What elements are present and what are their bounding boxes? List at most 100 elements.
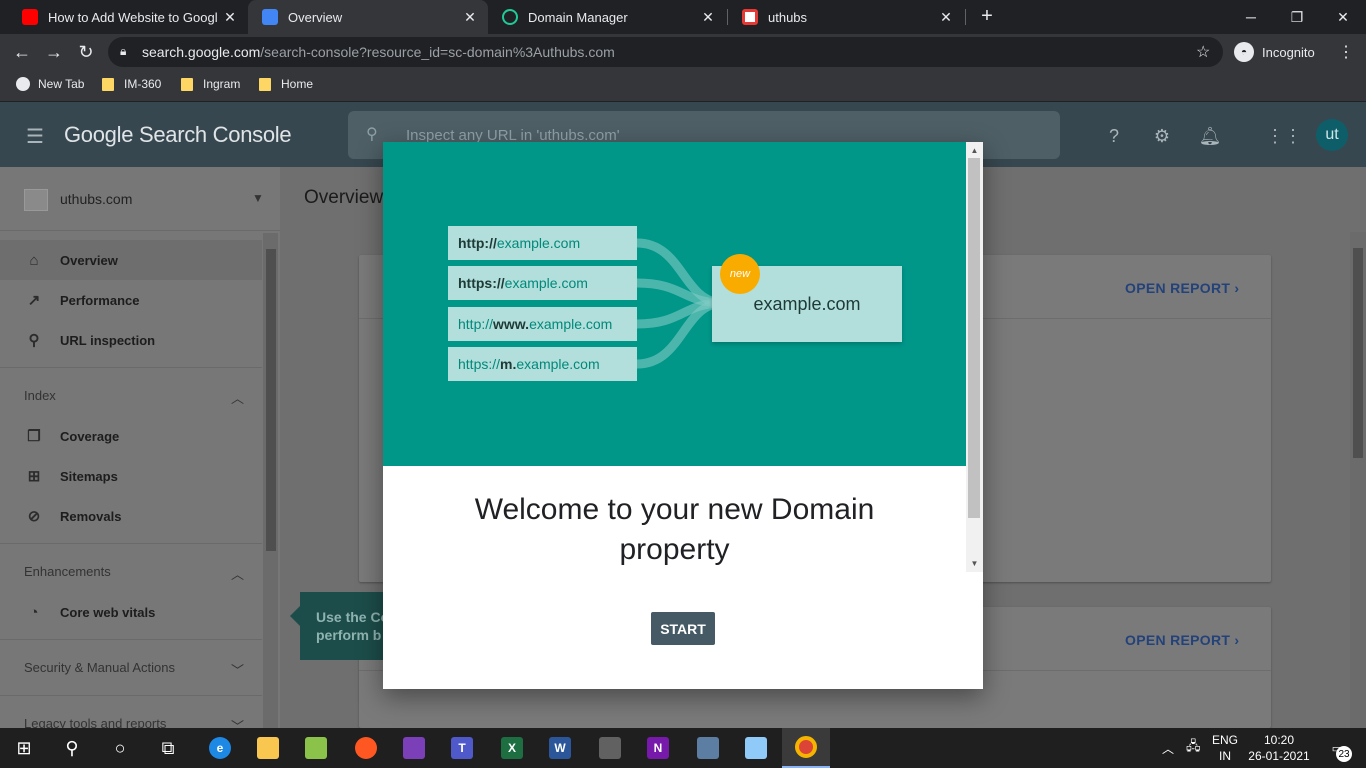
url-host: search.google.com bbox=[142, 44, 261, 60]
avatar[interactable]: ut bbox=[1316, 119, 1348, 151]
search-icon: ⚲ bbox=[366, 126, 378, 143]
cortana-icon[interactable]: ○ bbox=[96, 728, 144, 768]
scroll-up-icon[interactable]: ▲ bbox=[966, 143, 983, 157]
close-tab-icon[interactable]: ✕ bbox=[462, 9, 478, 26]
uthubs-icon bbox=[742, 9, 758, 25]
domain-illustration: http://example.com https://example.com h… bbox=[383, 142, 966, 466]
scroll-down-icon[interactable]: ▼ bbox=[966, 556, 983, 570]
language-code: ENG bbox=[1212, 733, 1239, 747]
tab-domain-manager[interactable]: Domain Manager ✕ bbox=[488, 0, 726, 34]
property-favicon bbox=[24, 189, 48, 211]
folder-icon bbox=[259, 77, 271, 91]
language-indicator[interactable]: ENG IN bbox=[1212, 732, 1238, 764]
sidebar-item-core-web-vitals[interactable]: ◔ Core web vitals bbox=[0, 592, 262, 632]
bookmark-im360[interactable]: IM-360 bbox=[102, 70, 161, 98]
menu-dots-icon[interactable]: ⋮ bbox=[1334, 40, 1358, 64]
sidebar-scrollbar[interactable] bbox=[263, 233, 278, 728]
dropdown-arrow-icon: ▼ bbox=[252, 191, 264, 205]
hamburger-menu-icon[interactable]: ☰ bbox=[26, 124, 44, 149]
gauge-icon: ◔ bbox=[29, 603, 39, 621]
apps-grid-icon[interactable]: ⋮⋮ bbox=[1266, 124, 1302, 148]
sidebar-item-label: Overview bbox=[60, 252, 118, 268]
scrollbar-thumb[interactable] bbox=[1353, 248, 1363, 458]
bookmark-ingram[interactable]: Ingram bbox=[181, 70, 240, 98]
word-icon[interactable]: W bbox=[536, 728, 584, 768]
show-hidden-icons[interactable]: ︿ bbox=[1162, 728, 1174, 768]
close-tab-icon[interactable]: ✕ bbox=[222, 9, 238, 26]
scrollbar-thumb[interactable] bbox=[968, 158, 980, 518]
property-selector[interactable]: uthubs.com ▼ bbox=[0, 167, 280, 231]
sidebar-item-sitemaps[interactable]: ⊞ Sitemaps bbox=[0, 456, 262, 496]
dialog-scrollbar[interactable]: ▲ ▼ bbox=[966, 142, 983, 572]
trending-icon: ↗ bbox=[27, 292, 41, 309]
close-tab-icon[interactable]: ✕ bbox=[938, 9, 954, 26]
restore-button[interactable]: ❐ bbox=[1274, 0, 1320, 34]
minimize-button[interactable]: ─ bbox=[1228, 0, 1274, 34]
search-icon[interactable]: ⚲ bbox=[48, 728, 96, 768]
edge-icon[interactable]: e bbox=[196, 728, 244, 768]
network-icon[interactable]: 🖧︎ bbox=[1186, 728, 1201, 768]
scrollbar-thumb[interactable] bbox=[266, 249, 276, 551]
tab-uthubs[interactable]: uthubs ✕ bbox=[728, 0, 964, 34]
url-prefix: https:// bbox=[458, 275, 505, 291]
sidebar-item-coverage[interactable]: ❐ Coverage bbox=[0, 416, 262, 456]
forward-icon[interactable]: → bbox=[42, 40, 66, 64]
notepad-icon[interactable] bbox=[292, 728, 340, 768]
action-center-icon[interactable]: 23▭ bbox=[1324, 738, 1352, 762]
notes-app-icon[interactable] bbox=[732, 728, 780, 768]
sidebar-item-removals[interactable]: ⊘ Removals bbox=[0, 496, 262, 536]
calculator-icon[interactable] bbox=[586, 728, 634, 768]
section-legacy[interactable]: Legacy tools and reports ﹀ bbox=[24, 716, 244, 728]
close-window-button[interactable]: ✕ bbox=[1320, 0, 1366, 34]
gsc-logo: Google Search Console bbox=[64, 122, 292, 147]
sidebar-item-performance[interactable]: ↗ Performance bbox=[0, 280, 262, 320]
eye-off-icon: ⊘ bbox=[27, 508, 41, 525]
windows-start-icon[interactable]: ⊞ bbox=[0, 728, 48, 768]
remote-desktop-icon[interactable] bbox=[684, 728, 732, 768]
excel-icon[interactable]: X bbox=[488, 728, 536, 768]
chrome-icon[interactable] bbox=[782, 728, 830, 768]
settings-users-icon[interactable]: ⚙ bbox=[1150, 124, 1174, 148]
taskbar: ⊞ ⚲ ○ ⧉ e T X W N ︿ 🖧︎ ENG IN 10:20 26-0… bbox=[0, 728, 1366, 768]
back-icon[interactable]: ← bbox=[10, 40, 34, 64]
address-bar[interactable]: 🔒︎ search.google.com/search-console?reso… bbox=[108, 37, 1223, 67]
url-variant-www: http://www. example.com bbox=[448, 307, 637, 341]
new-tab-button[interactable]: + bbox=[976, 5, 998, 29]
chevron-up-icon: ︿ bbox=[230, 567, 244, 582]
section-security[interactable]: Security & Manual Actions ﹀ bbox=[24, 660, 244, 678]
section-label: Security & Manual Actions bbox=[24, 660, 176, 675]
browser-toolbar: ← → ↻ 🔒︎ search.google.com/search-consol… bbox=[0, 34, 1366, 70]
visual-studio-icon[interactable] bbox=[390, 728, 438, 768]
incognito-indicator[interactable]: ◓ Incognito bbox=[1234, 41, 1315, 63]
page-scrollbar[interactable] bbox=[1350, 232, 1366, 728]
onenote-icon[interactable]: N bbox=[634, 728, 682, 768]
open-report-button[interactable]: OPEN REPORT › bbox=[1125, 280, 1239, 296]
bookmark-label: New Tab bbox=[38, 77, 85, 91]
chevron-right-icon: › bbox=[1234, 280, 1240, 296]
task-view-icon[interactable]: ⧉ bbox=[144, 728, 192, 768]
incognito-label: Incognito bbox=[1262, 44, 1315, 60]
sidebar-item-url-inspection[interactable]: ⚲ URL inspection bbox=[0, 320, 262, 360]
open-report-label: OPEN REPORT bbox=[1125, 280, 1231, 296]
start-button[interactable]: START bbox=[651, 612, 715, 645]
bookmark-home[interactable]: Home bbox=[259, 70, 313, 98]
reload-icon[interactable]: ↻ bbox=[74, 40, 98, 64]
section-enhancements[interactable]: Enhancements ︿ bbox=[24, 564, 244, 582]
clock[interactable]: 10:20 26-01-2021 bbox=[1246, 732, 1312, 764]
brave-icon[interactable] bbox=[342, 728, 390, 768]
section-label: Legacy tools and reports bbox=[24, 716, 167, 728]
sitemap-icon: ⊞ bbox=[27, 468, 41, 485]
tab-youtube[interactable]: How to Add Website to Google S ✕ bbox=[8, 0, 248, 34]
bookmark-new-tab[interactable]: New Tab bbox=[16, 70, 84, 98]
sidebar-item-label: URL inspection bbox=[60, 332, 156, 348]
teams-icon[interactable]: T bbox=[438, 728, 486, 768]
section-index[interactable]: Index ︿ bbox=[24, 388, 244, 406]
tab-overview[interactable]: Overview ✕ bbox=[248, 0, 488, 34]
close-tab-icon[interactable]: ✕ bbox=[700, 9, 716, 26]
notifications-bell-icon[interactable]: 🔔︎ bbox=[1198, 124, 1222, 148]
help-icon[interactable]: ? bbox=[1102, 124, 1126, 148]
sidebar-item-overview[interactable]: ⌂ Overview bbox=[0, 240, 262, 280]
open-report-button[interactable]: OPEN REPORT › bbox=[1125, 632, 1239, 648]
file-explorer-icon[interactable] bbox=[244, 728, 292, 768]
star-icon[interactable]: ☆ bbox=[1196, 42, 1210, 62]
